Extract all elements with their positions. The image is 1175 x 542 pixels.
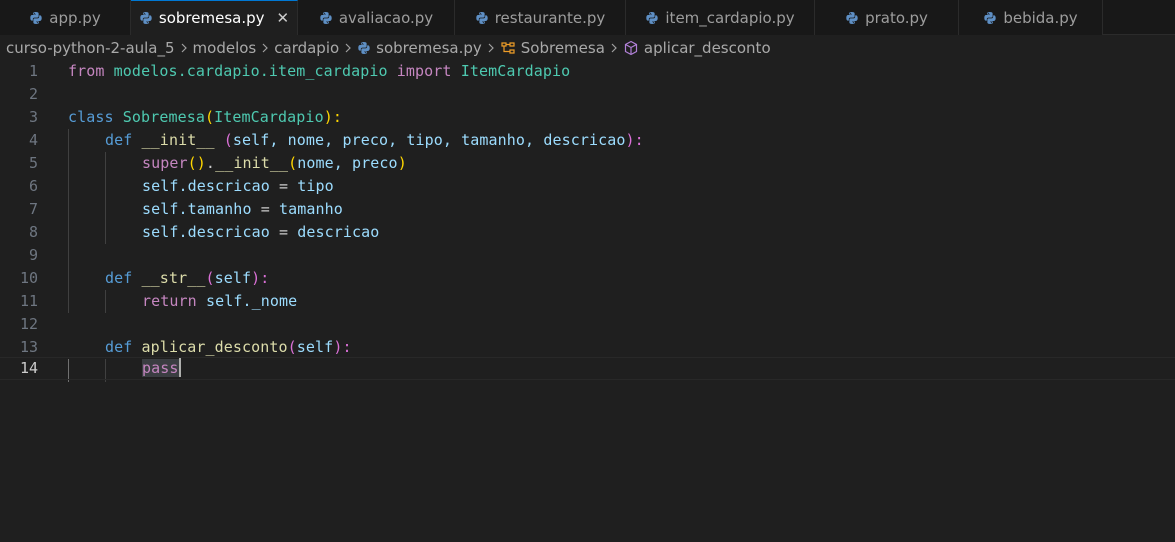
breadcrumb-label: cardapio <box>274 39 340 57</box>
text-cursor <box>178 358 181 377</box>
line-number: 11 <box>19 292 38 310</box>
breadcrumb-label: curso-python-2-aula_5 <box>6 39 175 57</box>
code-line: 1 from modelos.cardapio.item_cardapio im… <box>0 60 1175 83</box>
tab-label: sobremesa.py <box>158 9 265 27</box>
line-number: 9 <box>28 246 38 264</box>
tab-restaurante-py[interactable]: restaurante.py <box>455 0 626 35</box>
chevron-right-icon <box>181 43 187 53</box>
breadcrumb-label: aplicar_desconto <box>643 39 771 57</box>
code-editor[interactable]: 1 from modelos.cardapio.item_cardapio im… <box>0 60 1175 542</box>
code-line: 9 <box>0 244 1175 267</box>
breadcrumb: curso-python-2-aula_5 modelos cardapio s… <box>0 36 1175 60</box>
code-line: 12 <box>0 313 1175 336</box>
code-line: 7 self.tamanho = tamanho <box>0 198 1175 221</box>
tab-label: bebida.py <box>1003 8 1078 27</box>
code-text: def __init__ (self, nome, preco, tipo, t… <box>105 131 644 149</box>
code-text: super().__init__(nome, preco) <box>142 154 407 172</box>
tab-item-cardapio-py[interactable]: item_cardapio.py <box>626 0 815 35</box>
breadcrumb-label: Sobremesa <box>520 39 605 57</box>
code-text: self.tamanho = tamanho <box>142 200 343 218</box>
python-file-icon <box>984 11 997 24</box>
chevron-right-icon <box>611 43 617 53</box>
code-text: self.descricao = descricao <box>142 223 380 241</box>
code-line-current: 14 pass <box>0 357 1175 380</box>
breadcrumb-folder-cardapio[interactable]: cardapio <box>274 39 339 57</box>
line-number: 14 <box>19 359 38 377</box>
chevron-right-icon <box>488 43 494 53</box>
line-number: 3 <box>28 108 38 126</box>
tab-label: item_cardapio.py <box>665 8 795 27</box>
line-number: 1 <box>28 62 38 80</box>
tab-label: avaliacao.py <box>338 8 434 27</box>
line-number: 6 <box>28 177 38 195</box>
python-file-icon <box>646 11 659 24</box>
code-text: class Sobremesa(ItemCardapio): <box>68 108 342 126</box>
code-line: 10 def __str__(self): <box>0 267 1175 290</box>
line-number: 10 <box>19 269 38 287</box>
tab-label: prato.py <box>865 8 928 27</box>
tab-avaliacao-py[interactable]: avaliacao.py <box>298 0 455 35</box>
code-text: pass <box>142 358 181 377</box>
line-number: 12 <box>19 315 38 333</box>
tab-bebida-py[interactable]: bebida.py <box>959 0 1103 35</box>
chevron-right-icon <box>345 43 352 53</box>
code-text: return self._nome <box>142 292 298 310</box>
breadcrumb-class[interactable]: Sobremesa <box>500 39 605 57</box>
code-line: 13 def aplicar_desconto(self): <box>0 336 1175 359</box>
class-symbol-icon <box>501 42 515 54</box>
python-file-icon <box>476 11 488 24</box>
line-number: 5 <box>28 154 38 172</box>
tab-sobremesa-py[interactable]: sobremesa.py ✕ <box>131 0 298 35</box>
code-line: 5 super().__init__(nome, preco) <box>0 152 1175 175</box>
python-file-icon <box>30 11 42 24</box>
code-line: 3 class Sobremesa(ItemCardapio): <box>0 106 1175 129</box>
breadcrumb-folder-modelos[interactable]: modelos <box>193 39 257 57</box>
code-text: self.descricao = tipo <box>142 177 334 195</box>
method-symbol-icon <box>624 40 638 56</box>
line-number: 7 <box>28 200 38 218</box>
tab-label: app.py <box>49 8 101 27</box>
code-text: def aplicar_desconto(self): <box>105 338 352 356</box>
code-line: 11 return self._nome <box>0 290 1175 313</box>
python-file-icon <box>358 42 370 54</box>
code-line: 4 def __init__ (self, nome, preco, tipo,… <box>0 129 1175 152</box>
python-file-icon <box>320 11 332 24</box>
close-icon[interactable]: ✕ <box>277 9 290 27</box>
tab-app-py[interactable]: app.py <box>0 0 131 35</box>
line-number: 2 <box>28 85 38 103</box>
code-line: 2 <box>0 83 1175 106</box>
breadcrumb-project[interactable]: curso-python-2-aula_5 <box>6 39 175 57</box>
editor-tab-bar: app.py sobremesa.py ✕ avaliacao.py resta… <box>0 0 1175 35</box>
line-number: 13 <box>19 338 38 356</box>
code-text: def __str__(self): <box>105 269 270 287</box>
code-text: from modelos.cardapio.item_cardapio impo… <box>68 62 571 80</box>
code-line: 8 self.descricao = descricao <box>0 221 1175 244</box>
line-number: 4 <box>28 131 38 149</box>
line-number: 8 <box>28 223 38 241</box>
tab-prato-py[interactable]: prato.py <box>815 0 959 35</box>
tab-label: restaurante.py <box>494 8 606 27</box>
python-file-icon <box>846 11 858 24</box>
chevron-right-icon <box>262 43 269 53</box>
breadcrumb-file[interactable]: sobremesa.py <box>357 39 482 57</box>
breadcrumb-method[interactable]: aplicar_desconto <box>623 39 771 57</box>
python-file-icon <box>140 12 152 24</box>
breadcrumb-label: sobremesa.py <box>376 39 482 57</box>
code-line: 6 self.descricao = tipo <box>0 175 1175 198</box>
breadcrumb-label: modelos <box>192 39 257 57</box>
